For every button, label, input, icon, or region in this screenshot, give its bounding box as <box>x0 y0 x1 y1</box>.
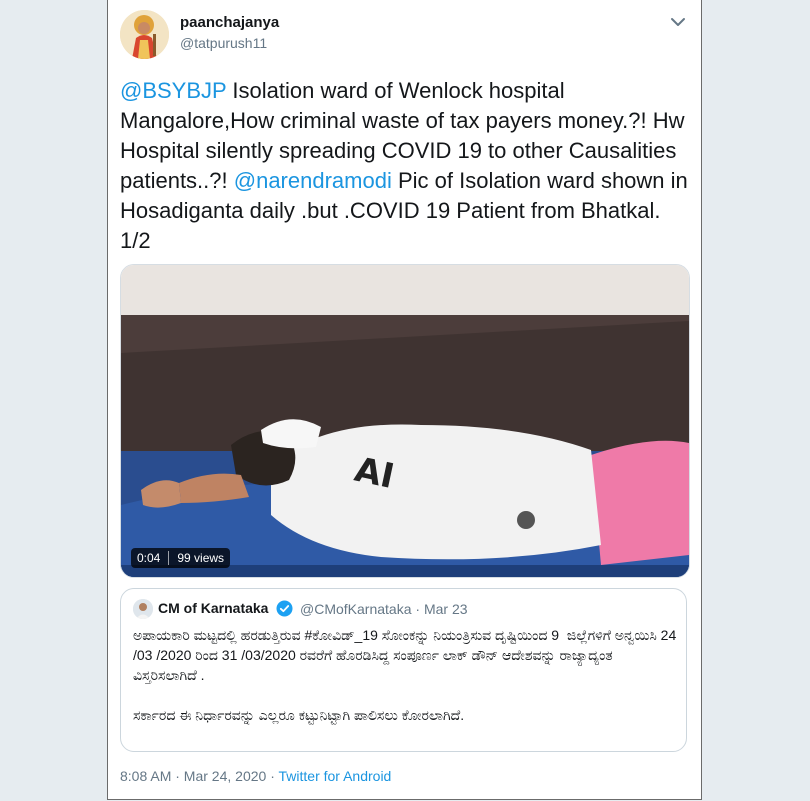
quoted-tweet-text: ಅಪಾಯಕಾರಿ ಮಟ್ಟದಲ್ಲಿ ಹರಡುತ್ತಿರುವ #ಕೋವಿಡ್_1… <box>133 627 677 723</box>
quoted-tweet[interactable]: CM of Karnataka @CMofKarnataka · Mar 23 … <box>120 588 687 752</box>
quoted-author-avatar[interactable] <box>133 599 153 619</box>
svg-text:AI: AI <box>351 450 397 497</box>
video-thumbnail: AI <box>121 265 689 577</box>
mention-link[interactable]: @BSYBJP <box>120 78 226 103</box>
tweet-footer: 8:08 AM · Mar 24, 2020 · Twitter for And… <box>120 768 391 784</box>
author-avatar[interactable] <box>120 10 169 59</box>
chevron-down-icon[interactable] <box>669 14 687 30</box>
tweet-card: paanchajanya @tatpurush11 @BSYBJP Isolat… <box>107 0 702 800</box>
video-duration: 0:04 <box>137 551 161 565</box>
quoted-tweet-date[interactable]: Mar 23 <box>424 601 468 617</box>
tweet-source-link[interactable]: Twitter for Android <box>279 768 392 784</box>
verified-badge-icon <box>276 600 293 617</box>
author-handle[interactable]: @tatpurush11 <box>180 35 267 51</box>
video-views: 99 views <box>177 551 225 565</box>
author-display-name[interactable]: paanchajanya <box>180 14 279 31</box>
video-player[interactable]: AI 0:04 99 views <box>120 264 690 578</box>
mention-link[interactable]: @narendramodi <box>234 168 392 193</box>
tweet-timestamp[interactable]: 8:08 AM · Mar 24, 2020 <box>120 768 266 784</box>
tweet-text: @BSYBJP Isolation ward of Wenlock hospit… <box>120 76 694 256</box>
quoted-author-name[interactable]: CM of Karnataka <box>158 600 268 616</box>
footer-separator: · <box>266 768 279 784</box>
video-info-badge: 0:04 99 views <box>131 548 231 568</box>
quoted-author-meta: @CMofKarnataka · Mar 23 <box>300 601 468 617</box>
quoted-author-handle[interactable]: @CMofKarnataka <box>300 601 411 617</box>
badge-divider <box>168 551 170 565</box>
meta-separator: · <box>411 601 424 617</box>
